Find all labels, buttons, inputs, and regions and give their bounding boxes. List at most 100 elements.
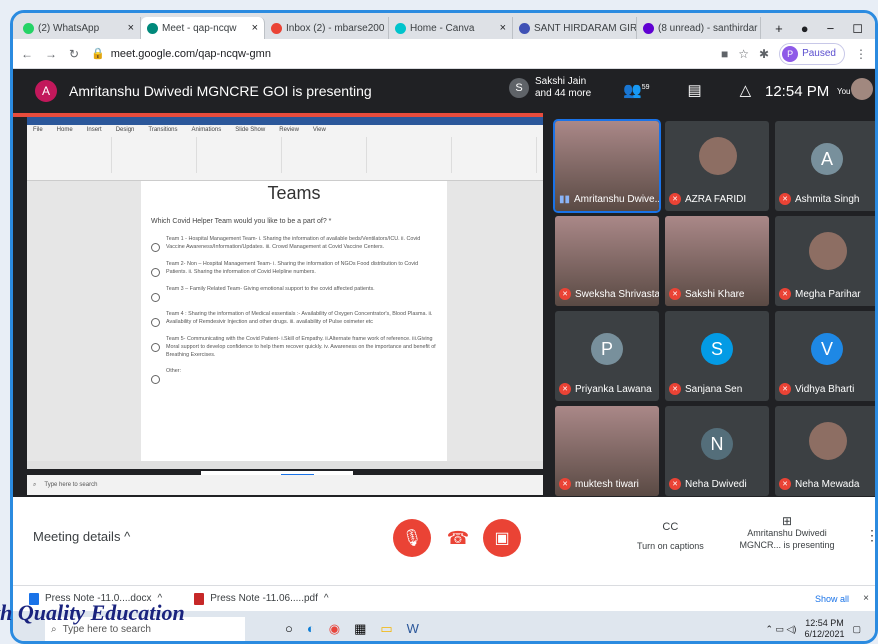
browser-tab[interactable]: Home - Canva ×: [389, 17, 513, 39]
document-heading: Teams: [267, 183, 321, 203]
restore-icon[interactable]: ◻: [852, 20, 863, 36]
store-icon[interactable]: ▦: [354, 621, 366, 637]
tray-time: 12:54 PM: [805, 618, 844, 628]
participant-tile[interactable]: S ✕ Sanjana Sen: [665, 311, 769, 401]
chevron-up-icon[interactable]: ^: [324, 593, 329, 604]
participant-label: Sanjana Sen: [685, 383, 743, 395]
radio-button[interactable]: [151, 268, 160, 277]
presenting-note[interactable]: ⊞ Amritanshu Dwivedi MGNCR... is present…: [727, 515, 847, 551]
presenting-title: Amritanshu Dwivedi MGNCRE GOI is present…: [69, 83, 372, 99]
participant-name: ✕ Priyanka Lawana: [559, 383, 652, 395]
participant-label: Sweksha Shrivasta...: [575, 288, 659, 300]
participant-avatar: P: [591, 333, 623, 365]
explorer-icon[interactable]: ▭: [380, 621, 392, 637]
download-item-pdf[interactable]: Press Note -11.06.....pdf ^: [194, 592, 329, 605]
participant-label: Neha Dwivedi: [685, 478, 747, 490]
more-options-icon[interactable]: ⋮: [865, 527, 875, 544]
tab-favicon-icon: [643, 22, 654, 34]
word-icon[interactable]: W: [407, 621, 419, 637]
mic-muted-icon: ✕: [559, 288, 571, 300]
tab-favicon-icon: [395, 22, 406, 34]
mic-muted-icon: ✕: [779, 193, 791, 205]
browser-tab[interactable]: (8 unread) - santhirdar×: [637, 17, 761, 39]
camera-off-button[interactable]: ▣: [483, 519, 521, 557]
browser-tab[interactable]: (2) WhatsApp ×: [17, 17, 141, 39]
camera-icon[interactable]: ■: [721, 47, 728, 61]
presentation-area: File Home Insert Design Transitions Animation…: [13, 113, 549, 497]
forward-icon[interactable]: →: [45, 47, 57, 61]
participant-photo: [809, 422, 847, 460]
participant-tile[interactable]: ✕ AZRA FARIDI: [665, 121, 769, 211]
mic-muted-icon: ✕: [779, 478, 791, 490]
self-avatar: [851, 78, 873, 100]
browser-tab[interactable]: Inbox (2) - mbarse200×: [265, 17, 389, 39]
browser-tab[interactable]: SANT HIRDARAM GIR×: [513, 17, 637, 39]
radio-button[interactable]: [151, 318, 160, 327]
option-row[interactable]: Team 1 - Hospital Management Team- i. Sh…: [151, 235, 437, 252]
option-row[interactable]: Other:: [151, 367, 437, 384]
people-icon[interactable]: 👥59: [623, 81, 649, 99]
close-tab-icon[interactable]: ×: [496, 22, 506, 34]
leave-call-button[interactable]: ☎: [439, 519, 477, 557]
host-avatar: S: [509, 78, 529, 98]
option-row[interactable]: Team 5- Communicating with the Covid Pat…: [151, 335, 437, 359]
star-icon[interactable]: ☆: [738, 47, 749, 61]
option-row[interactable]: Team 4 : Sharing the information of Medi…: [151, 310, 437, 327]
close-tab-icon[interactable]: ×: [124, 22, 134, 34]
option-text: Team 2- Non – Hospital Management Team- …: [166, 261, 419, 275]
participant-photo: [809, 232, 847, 270]
chrome-icon[interactable]: ◉: [329, 621, 340, 637]
participant-label: Neha Mewada: [795, 478, 860, 490]
participant-tile[interactable]: ✕ Sakshi Khare: [665, 216, 769, 306]
mic-muted-icon: ✕: [669, 193, 681, 205]
participant-tile[interactable]: V ✕ Vidhya Bharti: [775, 311, 875, 401]
radio-button[interactable]: [151, 343, 160, 352]
participant-tile[interactable]: ✕ Megha Parihar: [775, 216, 875, 306]
option-row[interactable]: Team 3 – Family Related Team- Giving emo…: [151, 285, 437, 302]
participant-name: ✕ Neha Dwivedi: [669, 478, 747, 490]
mic-off-button[interactable]: 🎙: [393, 519, 431, 557]
menu-icon[interactable]: ⋮: [855, 47, 867, 61]
chat-icon[interactable]: ▤: [687, 81, 701, 99]
participant-name: ✕ Sakshi Khare: [669, 288, 744, 300]
meeting-details-button[interactable]: Meeting details ^: [33, 529, 130, 544]
participant-tile[interactable]: ✕ Sweksha Shrivasta...: [555, 216, 659, 306]
document-page: Teams Which Covid Helper Team would you …: [141, 181, 447, 461]
network-icon[interactable]: ⌃ ▭ ◁): [765, 624, 796, 635]
record-icon[interactable]: ●: [801, 21, 809, 36]
close-icon[interactable]: ×: [863, 593, 869, 604]
participant-photo: [699, 137, 737, 175]
participant-tile[interactable]: P ✕ Priyanka Lawana: [555, 311, 659, 401]
radio-button[interactable]: [151, 293, 160, 302]
participant-name: ✕ Sweksha Shrivasta...: [559, 288, 659, 300]
activities-icon[interactable]: △: [740, 81, 752, 99]
radio-button[interactable]: [151, 375, 160, 384]
browser-tab[interactable]: Meet - qap-ncqw ×: [141, 17, 265, 39]
participant-tile[interactable]: ✕ Neha Mewada: [775, 406, 875, 496]
participant-tile[interactable]: ▮▮ Amritanshu Dwive...: [553, 119, 661, 213]
close-tab-icon[interactable]: ×: [248, 22, 258, 34]
participant-tile[interactable]: N ✕ Neha Dwivedi: [665, 406, 769, 496]
tab-label: Home - Canva: [410, 22, 475, 34]
minimize-icon[interactable]: −: [827, 21, 835, 36]
new-tab-icon[interactable]: +: [775, 21, 783, 36]
participant-tile[interactable]: ✕ muktesh tiwari: [555, 406, 659, 496]
radio-button[interactable]: [151, 243, 160, 252]
task-view-icon[interactable]: ○: [285, 621, 293, 637]
taskbar-apps: ○ ◐ ◉ ▦ ▭ W: [285, 621, 419, 637]
option-row[interactable]: Team 2- Non – Hospital Management Team- …: [151, 260, 437, 277]
option-text: Team 1 - Hospital Management Team- i. Sh…: [166, 236, 421, 250]
edge-icon[interactable]: ◐: [307, 621, 315, 637]
presenting-note-text: Amritanshu Dwivedi MGNCR... is presentin…: [739, 528, 835, 550]
reload-icon[interactable]: ↻: [69, 47, 79, 61]
profile-button[interactable]: P Paused: [779, 42, 845, 65]
back-icon[interactable]: ←: [21, 47, 33, 61]
participant-name: ✕ AZRA FARIDI: [669, 193, 746, 205]
option-text: Team 3 – Family Related Team- Giving emo…: [166, 286, 375, 292]
notifications-icon[interactable]: ▢: [852, 624, 861, 635]
url-field[interactable]: 🔒 meet.google.com/qap-ncqw-gmn: [91, 47, 271, 61]
meet-clock: 12:54 PM: [765, 83, 830, 100]
captions-button[interactable]: CC Turn on captions: [637, 521, 704, 551]
extensions-icon[interactable]: ✱: [759, 47, 769, 61]
participant-tile[interactable]: A ✕ Ashmita Singh: [775, 121, 875, 211]
